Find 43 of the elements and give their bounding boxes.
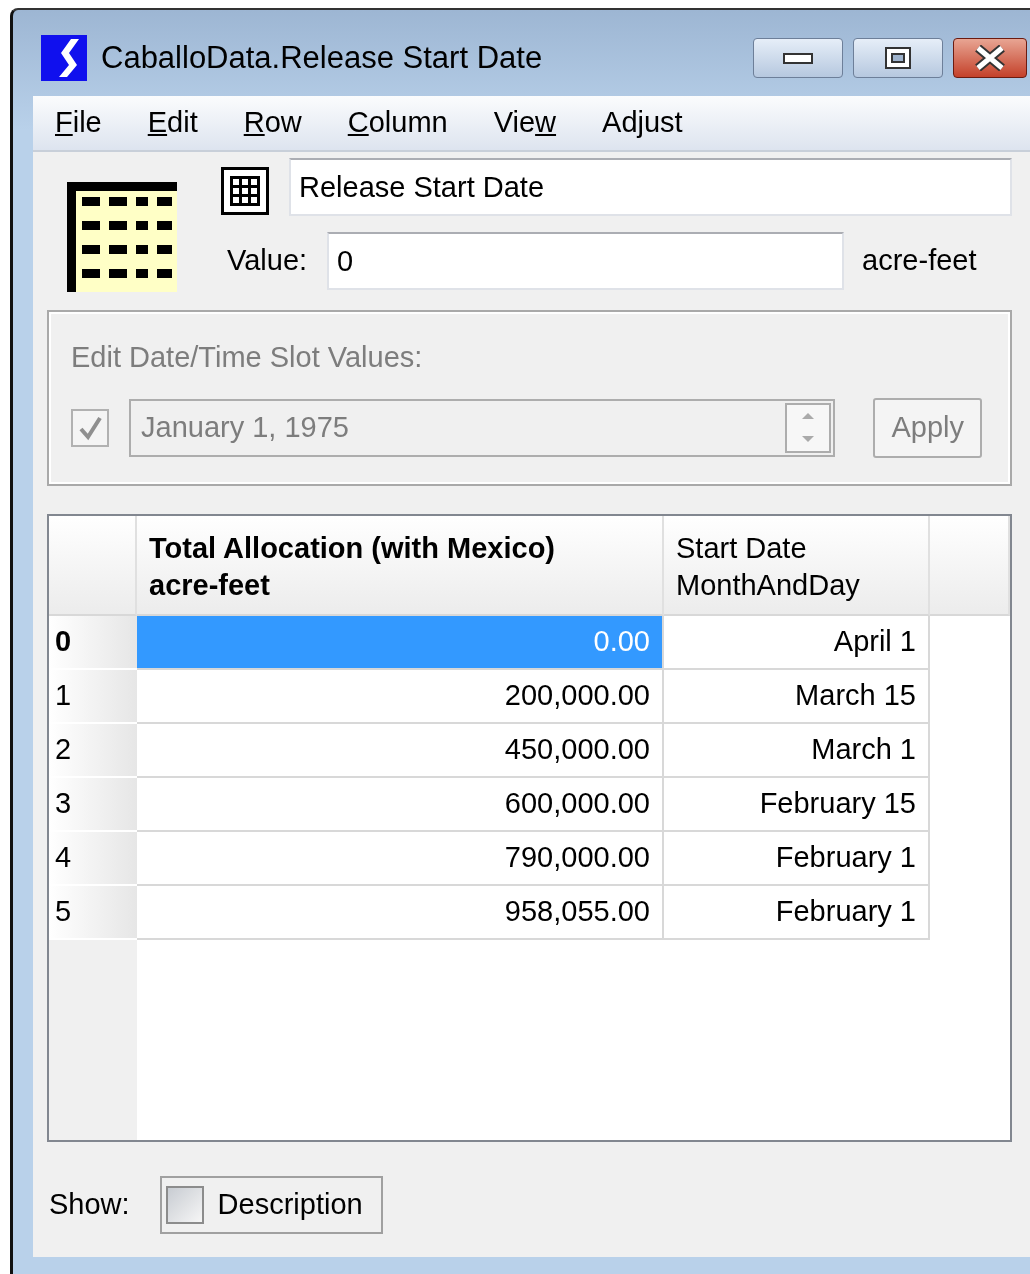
table-cell: April 1 (664, 615, 930, 670)
value-field[interactable]: 0 (327, 232, 845, 290)
table-cell: February 1 (664, 831, 930, 886)
table-cell: 450,000.00 (137, 723, 664, 778)
menu-item[interactable]: File (53, 101, 126, 145)
group-title: Edit Date/Time Slot Values: (71, 340, 424, 375)
units-label: acre-feet (862, 243, 977, 279)
maximize-icon (883, 46, 913, 70)
checkbox[interactable] (165, 1185, 204, 1224)
minimize-icon (783, 51, 813, 65)
table-cell: 600,000.00 (137, 777, 664, 832)
table-cell: 958,055.00 (137, 885, 664, 940)
menu-item[interactable]: View (491, 101, 581, 145)
menu-item[interactable]: Edit (145, 101, 222, 145)
close-icon (973, 45, 1007, 71)
table-cell: 790,000.00 (137, 831, 664, 886)
column-title: Total Allocation (with Mexico) (149, 530, 556, 566)
checkbox-label: Description (217, 1186, 363, 1222)
column-title: Start Date (676, 530, 808, 566)
show-label: Show: (49, 1186, 130, 1222)
table-cell: February 1 (664, 885, 930, 940)
name-field[interactable]: Release Start Date (289, 158, 1012, 216)
menu-item[interactable]: Adjust (600, 101, 707, 145)
table-cell: 200,000.00 (137, 669, 664, 724)
table-icon (67, 182, 177, 292)
app-logo-icon (41, 35, 87, 81)
grid-icon (221, 167, 269, 215)
header-cell[interactable]: Total Allocation (with Mexico) acre-feet (137, 515, 664, 616)
table-cell: February 15 (664, 777, 930, 832)
column-units: acre-feet (149, 568, 271, 604)
close-button[interactable] (953, 38, 1027, 78)
window-title: CaballoData.Release Start Date (101, 38, 544, 77)
maximize-button[interactable] (853, 38, 943, 78)
header-cell[interactable]: Start Date MonthAndDay (664, 515, 930, 616)
table-cell: March 1 (664, 723, 930, 778)
minimize-button[interactable] (753, 38, 843, 78)
menu-item[interactable]: Row (241, 101, 326, 145)
table-cell: March 15 (664, 669, 930, 724)
column-units: MonthAndDay (676, 568, 861, 604)
check-icon (77, 414, 103, 441)
menu-item[interactable]: Column (345, 101, 472, 145)
table-cell: 0.00 (137, 615, 664, 670)
value-label: Value: (227, 243, 308, 279)
